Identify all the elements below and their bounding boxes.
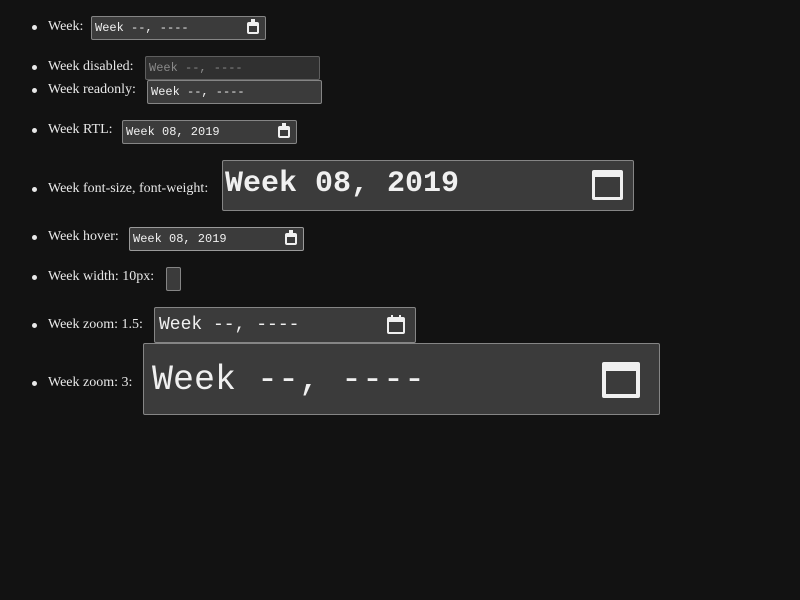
calendar-icon[interactable] [247, 19, 259, 34]
week-input-value: Week --, ---- [159, 315, 300, 335]
week-input-large[interactable]: Week 08, 2019 [222, 160, 634, 211]
bullet [32, 88, 37, 93]
week-input-readonly[interactable]: Week --, ---- [147, 80, 322, 104]
bullet [32, 65, 37, 70]
week-input-value: Week --, ---- [95, 21, 189, 35]
week-input-zoom-3[interactable]: Week --, ---- [143, 343, 660, 415]
item-label: Week font-size, font-weight: [48, 181, 209, 196]
week-input-value: Week --, ---- [152, 360, 426, 400]
calendar-icon[interactable] [278, 123, 290, 138]
week-input-hover[interactable]: Week 08, 2019 [129, 227, 304, 251]
week-input-zoom-1-5[interactable]: Week --, ---- [154, 307, 416, 343]
week-input-disabled: Week --, ---- [145, 56, 320, 80]
item-label: Week hover: [48, 229, 119, 244]
item-label: Week RTL: [48, 122, 113, 137]
bullet [32, 275, 37, 280]
item-label: Week readonly: [48, 82, 136, 97]
bullet [32, 235, 37, 240]
week-input-value: Week 08, 2019 [126, 125, 220, 139]
bullet [32, 323, 37, 328]
calendar-icon[interactable] [602, 362, 640, 398]
week-input-value: Week --, ---- [149, 61, 243, 75]
week-input-value: Week --, ---- [151, 85, 245, 99]
item-label: Week zoom: 1.5: [48, 317, 143, 332]
calendar-icon[interactable] [592, 170, 623, 200]
bullet [32, 381, 37, 386]
item-label: Week width: 10px: [48, 269, 155, 284]
bullet [32, 25, 37, 30]
bullet [32, 128, 37, 133]
week-input-rtl[interactable]: Week 08, 2019 [122, 120, 297, 144]
bullet [32, 187, 37, 192]
item-label: Week: [48, 19, 84, 34]
calendar-icon[interactable] [285, 230, 297, 245]
item-label: Week zoom: 3: [48, 375, 133, 390]
week-input[interactable]: Week --, ---- [91, 16, 266, 40]
week-input-narrow[interactable] [166, 267, 181, 291]
week-input-value: Week 08, 2019 [133, 232, 227, 246]
week-input-value: Week 08, 2019 [225, 167, 460, 201]
item-label: Week disabled: [48, 59, 134, 74]
calendar-icon[interactable] [387, 315, 405, 334]
